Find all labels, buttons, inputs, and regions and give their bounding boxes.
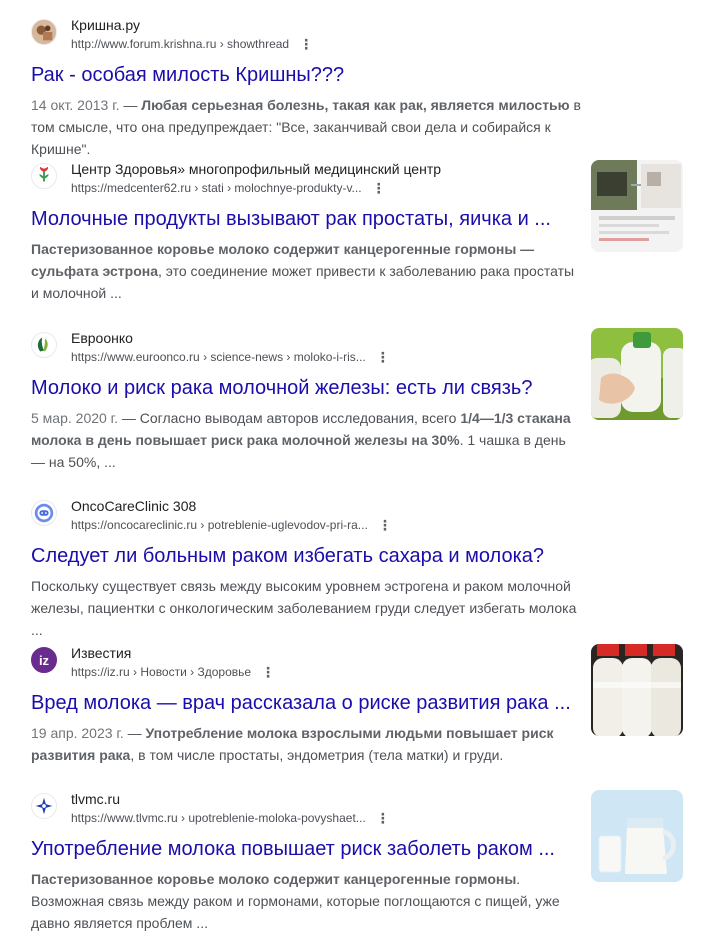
site-url: https://www.tlvmc.ru › upotreblenie-molo… [71, 810, 390, 826]
result-2-thumbnail-image[interactable] [591, 160, 683, 252]
site-name: Кришна.ру [71, 17, 141, 33]
result-snippet: 14 окт. 2013 г. — Любая серьезная болезн… [31, 97, 581, 157]
more-options-icon[interactable]: ⋮ [376, 811, 390, 825]
search-result-1: Кришна.ру http://www.forum.krishna.ru › … [31, 17, 591, 160]
result-5-thumbnail-image[interactable] [591, 644, 683, 736]
result-snippet: 5 мар. 2020 г. — Согласно выводам авторо… [31, 410, 571, 470]
search-result-6: tlvmc.ru https://www.tlvmc.ru › upotrebl… [31, 791, 576, 934]
more-options-icon[interactable]: ⋮ [261, 665, 275, 679]
result-6-thumbnail-image[interactable] [591, 790, 683, 882]
result-snippet: Пастеризованное коровье молоко содержит … [31, 241, 575, 301]
site-url: http://www.forum.krishna.ru › showthread… [71, 36, 314, 52]
tlvmc-favicon-icon [31, 793, 57, 819]
site-name: tlvmc.ru [71, 791, 120, 807]
more-options-icon[interactable]: ⋮ [299, 37, 313, 51]
result-source[interactable]: OncoCareClinic 308 https://oncocareclini… [31, 498, 591, 540]
search-result-3: Евроонко https://www.euroonco.ru › scien… [31, 330, 576, 473]
site-name: Евроонко [71, 330, 133, 346]
result-source[interactable]: tlvmc.ru https://www.tlvmc.ru › upotrebl… [31, 791, 576, 833]
result-title-link[interactable]: Вред молока — врач рассказала о риске ра… [31, 690, 576, 716]
result-snippet: 19 апр. 2023 г. — Употребление молока вз… [31, 725, 554, 763]
krishna-favicon-icon [31, 19, 57, 45]
site-url: https://www.euroonco.ru › science-news ›… [71, 349, 390, 365]
more-options-icon[interactable]: ⋮ [378, 518, 392, 532]
site-name: Известия [71, 645, 132, 661]
site-name: OncoCareClinic 308 [71, 498, 197, 514]
search-result-2: Центр Здоровья» многопрофильный медицинс… [31, 161, 576, 304]
site-url: https://medcenter62.ru › stati › molochn… [71, 180, 386, 196]
result-title-link[interactable]: Следует ли больным раком избегать сахара… [31, 543, 591, 569]
result-title-link[interactable]: Рак - особая милость Кришны??? [31, 62, 591, 88]
site-url: https://iz.ru › Новости › Здоровье ⋮ [71, 664, 276, 680]
result-title-link[interactable]: Молочные продукты вызывают рак простаты,… [31, 206, 576, 232]
result-title-link[interactable]: Молоко и риск рака молочной железы: есть… [31, 375, 576, 401]
result-title-link[interactable]: Употребление молока повышает риск заболе… [31, 836, 576, 862]
search-result-4: OncoCareClinic 308 https://oncocareclini… [31, 498, 591, 641]
result-source[interactable]: Центр Здоровья» многопрофильный медицинс… [31, 161, 576, 203]
izvestia-favicon-icon: iz [31, 647, 57, 673]
result-source[interactable]: Кришна.ру http://www.forum.krishna.ru › … [31, 17, 591, 59]
site-url: https://oncocareclinic.ru › potreblenie-… [71, 517, 392, 533]
euroonko-favicon-icon [31, 332, 57, 358]
oncocare-favicon-icon [31, 500, 57, 526]
more-options-icon[interactable]: ⋮ [372, 181, 386, 195]
result-snippet: Поскольку существует связь между высоким… [31, 578, 577, 638]
result-source[interactable]: iz Известия https://iz.ru › Новости › Зд… [31, 645, 576, 687]
search-result-5: iz Известия https://iz.ru › Новости › Зд… [31, 645, 576, 766]
tulip-favicon-icon [31, 163, 57, 189]
more-options-icon[interactable]: ⋮ [376, 350, 390, 364]
result-3-thumbnail-image[interactable] [591, 328, 683, 420]
result-source[interactable]: Евроонко https://www.euroonco.ru › scien… [31, 330, 576, 372]
site-name: Центр Здоровья» многопрофильный медицинс… [71, 161, 442, 177]
result-snippet: Пастеризованное коровье молоко содержит … [31, 871, 560, 931]
